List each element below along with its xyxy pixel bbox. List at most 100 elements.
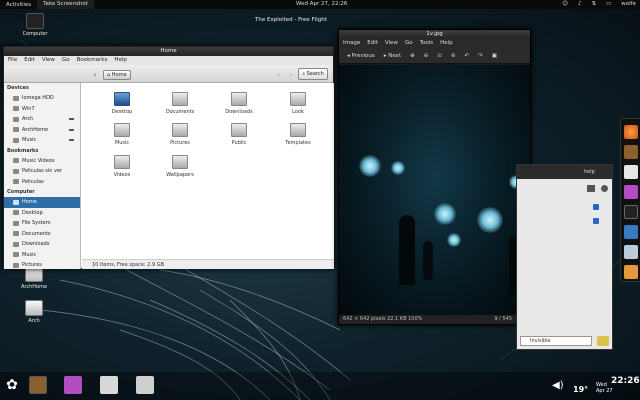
sidebar-item-win7[interactable]: Win7 [4,104,80,115]
file-item-documents[interactable]: Documents [160,92,200,115]
status-select[interactable]: Invisible [520,336,592,346]
menu-go[interactable]: Go [62,56,70,65]
zoom-fit-icon[interactable]: ⊚ [451,53,456,59]
pidgin-icon[interactable] [624,185,638,199]
menu-image[interactable]: Image [343,39,360,48]
network-app-icon[interactable] [624,225,638,239]
rotate-left-icon[interactable]: ↶ [465,53,470,59]
back-arrow-icon[interactable]: ‹ [90,70,100,80]
toolbar: ‹ ⌂ Home ‹ › ⌕ Search [4,65,333,83]
videos-folder-icon [114,155,130,169]
bokeh-light [447,233,461,247]
window-title[interactable]: 1v.jpg [339,30,530,39]
sidebar-item-music-videos[interactable]: Music Videos [4,156,80,167]
file-item-wallpapers[interactable]: Wallpapers [160,155,200,178]
pidgin-icon[interactable] [64,376,82,394]
rotate-right-icon[interactable]: ↷ [478,53,483,59]
file-item-look[interactable]: Look [278,92,318,115]
accessibility-icon[interactable]: ☺ [562,0,568,9]
file-item-desktop[interactable]: Desktop [102,92,142,115]
file-item-pictures[interactable]: Pictures [160,123,200,146]
eject-icon[interactable] [69,139,74,141]
menu-bookmarks[interactable]: Bookmarks [77,56,108,65]
folder-icon [172,155,188,169]
software-icon[interactable] [624,265,638,279]
path-button-home[interactable]: ⌂ Home [103,70,131,80]
menu-help[interactable]: Help [440,39,453,48]
files-app-icon[interactable] [136,376,154,394]
top-clock[interactable]: Wed Apr 27, 22:26 [296,0,347,9]
desktop-icon-arch[interactable]: Arch [20,300,48,324]
window-title[interactable]: Home [4,47,333,56]
desktop-icon-computer[interactable]: Computer [20,13,50,37]
settings-icon[interactable] [587,185,595,192]
gnome-foot-icon[interactable]: ✿ [3,376,21,394]
menubar: Image Edit View Go Tools Help [339,39,530,48]
volume-icon[interactable]: ◀) [552,380,564,391]
sidebar-item-file-system[interactable]: File System [4,218,80,229]
image-canvas[interactable] [339,65,530,315]
monitor-icon[interactable] [624,245,638,259]
file-item-templates[interactable]: Templates [278,123,318,146]
checkbox[interactable] [593,204,599,210]
folder-icon [13,252,19,258]
zoom-out-icon[interactable]: ⊖ [424,53,429,59]
menu-view[interactable]: View [385,39,398,48]
text-editor-icon[interactable] [624,165,638,179]
sidebar-item-peliculas[interactable]: Peliculas [4,177,80,188]
menu-file[interactable]: File [8,56,17,65]
next-button[interactable]: ▸ Next [384,53,401,59]
sidebar-item-music-drive[interactable]: Music [4,135,80,146]
previous-button[interactable]: ◂ Previous [347,53,375,59]
file-item-public[interactable]: Public [219,123,259,146]
smiley-icon[interactable] [597,336,609,346]
sidebar-item-documents[interactable]: Documents [4,229,80,240]
menu-tools[interactable]: Tools [420,39,434,48]
speaker-app-icon[interactable] [624,145,638,159]
firefox-icon[interactable] [624,125,638,139]
checkbox[interactable] [593,218,599,224]
active-app-label[interactable]: Take Screenshot [37,0,94,9]
sidebar-item-arch[interactable]: Arch [4,114,80,125]
menu-go[interactable]: Go [405,39,413,48]
weather-temp: 19° [573,385,589,394]
slideshow-icon[interactable]: ▣ [492,53,497,59]
user-icon[interactable] [601,185,608,192]
menu-edit[interactable]: Edit [367,39,378,48]
zoom-in-icon[interactable]: ⊕ [410,53,415,59]
battery-icon[interactable]: ▭ [606,0,611,9]
sidebar-item-music[interactable]: Music [4,250,80,261]
sidebar-item-downloads[interactable]: Downloads [4,239,80,250]
right-arrow-icon[interactable]: › [286,70,296,80]
sidebar-item-desktop[interactable]: Desktop [4,208,80,219]
sidebar-item-archhome[interactable]: ArchHome [4,125,80,136]
eject-icon[interactable] [69,128,74,131]
sidebar-item-iomega[interactable]: Iomega HDD [4,93,80,104]
network-icon[interactable]: ⇅ [591,0,596,9]
toolbar: ◂ Previous ▸ Next ⊕ ⊖ ⊙ ⊚ ↶ ↷ ▣ [339,48,530,64]
sidebar-item-peliculas-sin-ver[interactable]: Peliculas sin ver [4,166,80,177]
terminal-icon[interactable] [624,205,638,219]
window-title[interactable]: help [517,165,612,179]
file-item-downloads[interactable]: Downloads [219,92,259,115]
sidebar-header-bookmarks: Bookmarks [7,147,39,154]
volume-icon[interactable]: ♪ [578,0,582,9]
search-button[interactable]: ⌕ Search [298,68,328,80]
menu-view[interactable]: View [42,56,55,65]
zoom-normal-icon[interactable]: ⊙ [437,53,442,59]
file-item-videos[interactable]: Videos [102,155,142,178]
menu-edit[interactable]: Edit [24,56,35,65]
drive-icon [13,137,19,143]
sidebar-item-pictures[interactable]: Pictures [4,260,80,269]
eject-icon[interactable] [69,118,74,120]
sidebar: Devices Iomega HDD Win7 Arch ArchHome Mu… [4,83,81,269]
menu-help[interactable]: Help [114,56,127,65]
user-menu[interactable]: wolfe [621,0,636,9]
file-item-music[interactable]: Music [102,123,142,146]
activities-button[interactable]: Activities [0,2,37,8]
eye-app-icon[interactable] [100,376,118,394]
speaker-app-icon[interactable] [29,376,47,394]
desktop-icon-archhome[interactable]: ArchHome [18,266,50,290]
sidebar-item-home[interactable]: Home [4,197,80,208]
left-arrow-icon[interactable]: ‹ [274,70,284,80]
